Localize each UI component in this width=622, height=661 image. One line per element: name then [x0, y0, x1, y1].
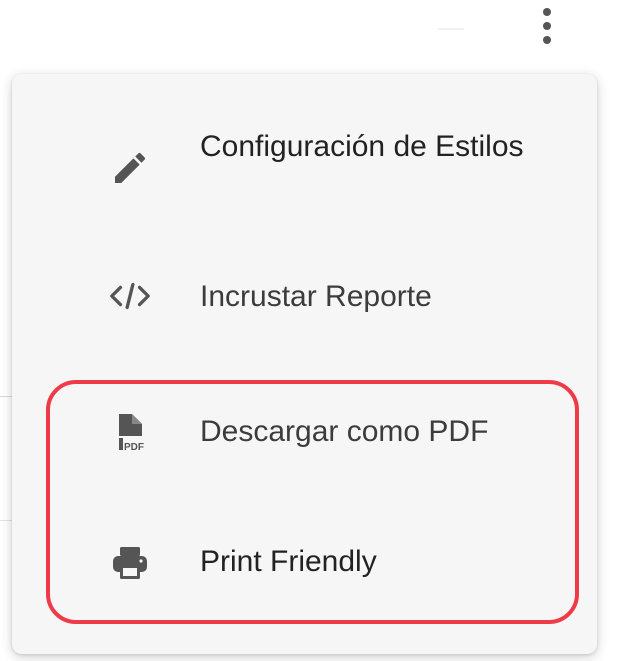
menu-item-print-friendly[interactable]: Print Friendly: [12, 534, 597, 594]
menu-item-label: Incrustar Reporte: [200, 280, 432, 313]
background-divider: [0, 520, 12, 521]
pencil-icon: [108, 148, 152, 188]
more-vertical-icon: [543, 36, 551, 44]
menu-item-label: Configuración de Estilos: [200, 130, 524, 163]
dropdown-menu: Configuración de Estilos Incrustar Repor…: [12, 74, 597, 654]
printer-icon: [108, 544, 152, 582]
more-options-button[interactable]: [532, 4, 562, 48]
background-fragment: [438, 28, 464, 30]
menu-item-style-settings[interactable]: Configuración de Estilos: [12, 124, 597, 234]
more-vertical-icon: [543, 22, 551, 30]
more-vertical-icon: [543, 8, 551, 16]
background-divider: [0, 396, 12, 397]
menu-item-label: Descargar como PDF: [200, 415, 489, 448]
menu-item-embed-report[interactable]: Incrustar Reporte: [12, 269, 597, 329]
menu-item-download-pdf[interactable]: PDF Descargar como PDF: [12, 404, 597, 464]
menu-item-label: Print Friendly: [200, 545, 377, 578]
pdf-file-icon: PDF: [108, 412, 152, 456]
screen: Configuración de Estilos Incrustar Repor…: [0, 0, 622, 661]
svg-text:PDF: PDF: [124, 442, 144, 453]
code-icon: [108, 279, 152, 313]
